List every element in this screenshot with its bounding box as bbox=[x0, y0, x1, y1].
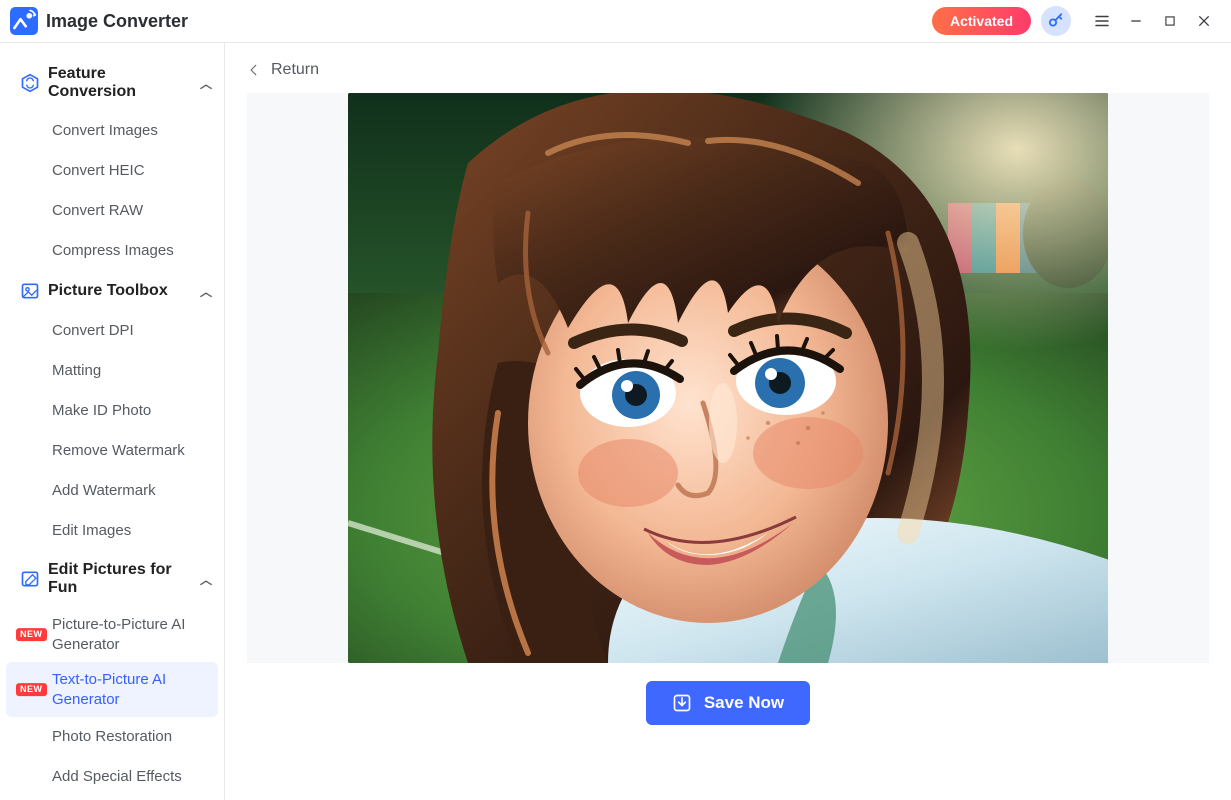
chevron-up-icon: ︿ bbox=[200, 75, 212, 92]
return-label: Return bbox=[271, 61, 319, 79]
sidebar-group-label: Picture Toolbox bbox=[48, 282, 192, 300]
sidebar[interactable]: Feature Conversion ︿ Convert Images Conv… bbox=[0, 43, 225, 800]
titlebar: Image Converter Activated bbox=[0, 0, 1231, 43]
close-icon bbox=[1196, 13, 1212, 29]
close-button[interactable] bbox=[1187, 4, 1221, 38]
sidebar-item-edit-images[interactable]: Edit Images bbox=[6, 511, 218, 551]
sidebar-item-convert-raw[interactable]: Convert RAW bbox=[6, 191, 218, 231]
key-button[interactable] bbox=[1041, 6, 1071, 36]
minimize-icon bbox=[1128, 13, 1144, 29]
sidebar-item-label: Text-to-Picture AI Generator bbox=[52, 670, 208, 709]
sidebar-item-add-special-effects[interactable]: Add Special Effects bbox=[6, 757, 218, 797]
sidebar-item-compress-images[interactable]: Compress Images bbox=[6, 231, 218, 271]
sidebar-item-label: Remove Watermark bbox=[52, 441, 185, 461]
sidebar-item-p2p-ai-generator[interactable]: NEW Picture-to-Picture AI Generator bbox=[6, 607, 218, 662]
sidebar-item-label: Photo Restoration bbox=[52, 727, 172, 747]
app-logo bbox=[10, 7, 38, 35]
key-icon bbox=[1047, 12, 1065, 30]
maximize-button[interactable] bbox=[1153, 4, 1187, 38]
sidebar-item-convert-heic[interactable]: Convert HEIC bbox=[6, 151, 218, 191]
picture-toolbox-icon bbox=[20, 281, 40, 301]
chevron-up-icon: ︿ bbox=[200, 571, 212, 588]
sidebar-item-label: Add Special Effects bbox=[52, 767, 182, 787]
sidebar-group-label: Feature Conversion bbox=[48, 65, 192, 101]
sidebar-item-label: Compress Images bbox=[52, 241, 174, 261]
sidebar-item-label: Matting bbox=[52, 361, 101, 381]
sidebar-item-photo-restoration[interactable]: Photo Restoration bbox=[6, 717, 218, 757]
activated-label: Activated bbox=[950, 13, 1013, 29]
chevron-left-icon bbox=[247, 63, 261, 77]
sidebar-item-label: Edit Images bbox=[52, 521, 131, 541]
new-badge: NEW bbox=[16, 628, 47, 642]
app-title: Image Converter bbox=[46, 11, 188, 32]
sidebar-item-matting[interactable]: Matting bbox=[6, 351, 218, 391]
sidebar-item-label: Convert DPI bbox=[52, 321, 134, 341]
save-now-label: Save Now bbox=[704, 693, 784, 713]
sidebar-item-label: Picture-to-Picture AI Generator bbox=[52, 615, 208, 654]
sidebar-item-label: Make ID Photo bbox=[52, 401, 151, 421]
main-panel: Return bbox=[225, 43, 1231, 800]
sidebar-item-convert-images[interactable]: Convert Images bbox=[6, 111, 218, 151]
image-canvas bbox=[247, 93, 1209, 663]
sidebar-group-label: Edit Pictures for Fun bbox=[48, 561, 192, 597]
sidebar-group-edit-pictures-for-fun[interactable]: Edit Pictures for Fun ︿ bbox=[6, 551, 218, 607]
hamburger-icon bbox=[1093, 12, 1111, 30]
minimize-button[interactable] bbox=[1119, 4, 1153, 38]
activated-pill[interactable]: Activated bbox=[932, 7, 1031, 35]
feature-conversion-icon bbox=[20, 73, 40, 93]
new-badge: NEW bbox=[16, 683, 47, 697]
edit-pictures-icon bbox=[20, 569, 40, 589]
sidebar-item-label: Convert Images bbox=[52, 121, 158, 141]
sidebar-group-picture-toolbox[interactable]: Picture Toolbox ︿ bbox=[6, 271, 218, 311]
download-icon bbox=[672, 693, 692, 713]
sidebar-item-add-watermark[interactable]: Add Watermark bbox=[6, 471, 218, 511]
sidebar-item-t2p-ai-generator[interactable]: NEW Text-to-Picture AI Generator bbox=[6, 662, 218, 717]
hamburger-menu-button[interactable] bbox=[1085, 4, 1119, 38]
sidebar-item-make-id-photo[interactable]: Make ID Photo bbox=[6, 391, 218, 431]
save-now-button[interactable]: Save Now bbox=[646, 681, 810, 725]
maximize-icon bbox=[1163, 14, 1177, 28]
generated-image[interactable] bbox=[348, 93, 1108, 663]
return-button[interactable]: Return bbox=[225, 43, 1231, 93]
sidebar-item-label: Convert RAW bbox=[52, 201, 143, 221]
sidebar-group-feature-conversion[interactable]: Feature Conversion ︿ bbox=[6, 55, 218, 111]
sidebar-item-remove-watermark[interactable]: Remove Watermark bbox=[6, 431, 218, 471]
sidebar-item-label: Add Watermark bbox=[52, 481, 156, 501]
chevron-up-icon: ︿ bbox=[200, 283, 212, 300]
sidebar-item-label: Convert HEIC bbox=[52, 161, 145, 181]
sidebar-item-convert-dpi[interactable]: Convert DPI bbox=[6, 311, 218, 351]
